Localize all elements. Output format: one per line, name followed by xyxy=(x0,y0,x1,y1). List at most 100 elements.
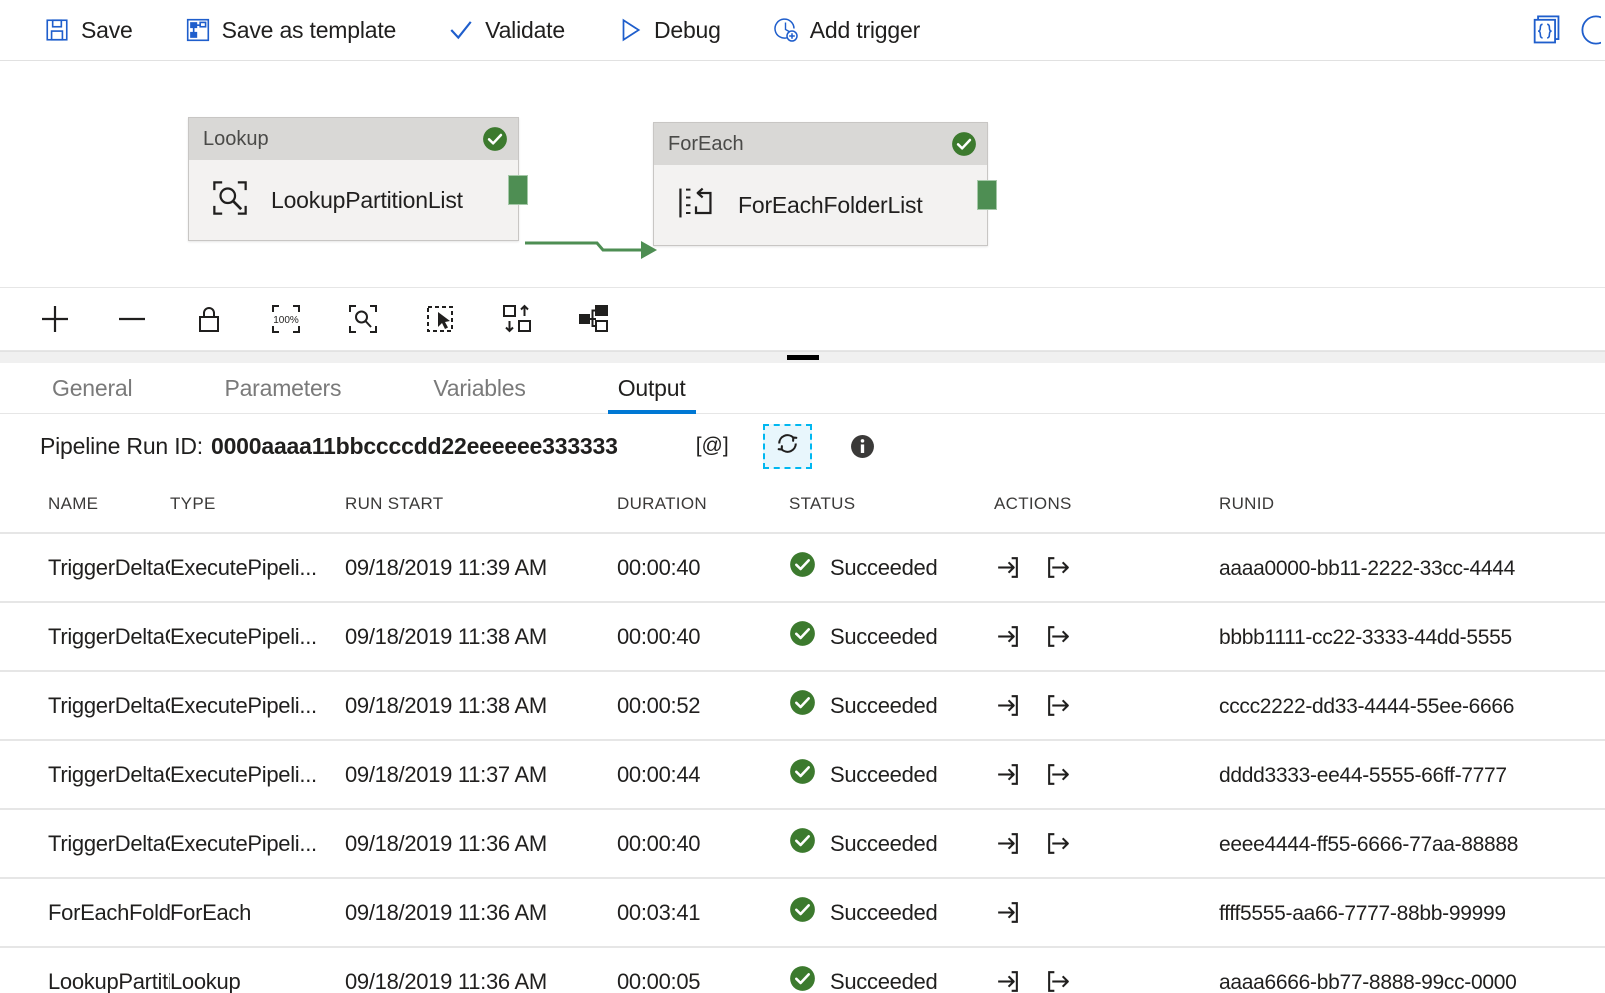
status-succeeded-icon xyxy=(789,827,816,860)
cell-name: TriggerDeltaC... xyxy=(0,809,170,878)
cell-run-start: 09/18/2019 11:36 AM xyxy=(345,809,617,878)
input-details-icon[interactable] xyxy=(994,692,1021,719)
partial-icon[interactable] xyxy=(1579,13,1601,47)
save-label: Save xyxy=(81,17,133,44)
zoom-out-icon[interactable] xyxy=(115,302,149,336)
node-type-label: ForEach xyxy=(668,133,744,156)
add-trigger-button[interactable]: Add trigger xyxy=(773,17,920,44)
cell-actions xyxy=(994,740,1219,809)
validate-label: Validate xyxy=(485,17,565,44)
code-json-icon[interactable] xyxy=(1529,13,1563,47)
panel-splitter[interactable] xyxy=(0,351,1605,363)
cell-run-start: 09/18/2019 11:37 AM xyxy=(345,740,617,809)
svg-text:100%: 100% xyxy=(273,315,299,326)
status-badge: Succeeded xyxy=(830,762,937,788)
cell-runid: eeee4444-ff55-6666-77aa-88888 xyxy=(1219,809,1605,878)
output-details-icon[interactable] xyxy=(1045,692,1072,719)
pipeline-run-id-value: 0000aaaa11bbccccdd22eeeeee333333 xyxy=(211,433,618,460)
lookup-magnifier-icon xyxy=(211,179,249,222)
output-details-icon[interactable] xyxy=(1045,623,1072,650)
status-badge: Succeeded xyxy=(830,900,937,926)
cell-duration: 00:00:52 xyxy=(617,671,789,740)
add-trigger-icon xyxy=(773,17,799,43)
status-badge: Succeeded xyxy=(830,831,937,857)
cell-duration: 00:00:44 xyxy=(617,740,789,809)
splitter-grip[interactable] xyxy=(787,355,819,360)
cell-status: Succeeded xyxy=(789,602,994,671)
node-output-handle[interactable] xyxy=(508,175,528,205)
zoom-100-icon[interactable]: 100% xyxy=(269,302,303,336)
at-expression-icon[interactable]: [@] xyxy=(696,434,729,458)
cell-actions xyxy=(994,947,1219,993)
tab-output[interactable]: Output xyxy=(614,375,690,413)
table-row[interactable]: TriggerDeltaC...ExecutePipeli...09/18/20… xyxy=(0,740,1605,809)
add-trigger-label: Add trigger xyxy=(810,17,920,44)
input-details-icon[interactable] xyxy=(994,830,1021,857)
canvas-node-lookup[interactable]: Lookup LookupPartitionList xyxy=(188,117,519,241)
table-row[interactable]: LookupPartiti...Lookup09/18/2019 11:36 A… xyxy=(0,947,1605,993)
status-succeeded-icon xyxy=(789,965,816,993)
cell-status: Succeeded xyxy=(789,740,994,809)
tab-variables[interactable]: Variables xyxy=(429,375,529,413)
output-details-icon[interactable] xyxy=(1045,554,1072,581)
table-row[interactable]: ForEachFolde...ForEach09/18/2019 11:36 A… xyxy=(0,878,1605,947)
column-header-name: NAME xyxy=(0,478,170,533)
cell-status: Succeeded xyxy=(789,878,994,947)
table-body: TriggerDeltaC...ExecutePipeli...09/18/20… xyxy=(0,533,1605,993)
toolbar-right-actions xyxy=(1529,0,1605,59)
input-details-icon[interactable] xyxy=(994,968,1021,993)
connector-lookup-to-foreach xyxy=(525,231,660,261)
table-row[interactable]: TriggerDeltaC...ExecutePipeli...09/18/20… xyxy=(0,809,1605,878)
table-header-row: NAME TYPE RUN START DURATION STATUS ACTI… xyxy=(0,478,1605,533)
pipeline-canvas[interactable]: Lookup LookupPartitionList xyxy=(0,61,1605,288)
node-output-handle[interactable] xyxy=(977,180,997,210)
lock-icon[interactable] xyxy=(192,302,226,336)
zoom-in-icon[interactable] xyxy=(38,302,72,336)
node-status-succeeded-icon xyxy=(482,126,508,152)
cell-runid: aaaa0000-bb11-2222-33cc-4444 xyxy=(1219,533,1605,602)
output-details-icon[interactable] xyxy=(1045,830,1072,857)
cell-name: TriggerDeltaC... xyxy=(0,602,170,671)
save-icon xyxy=(44,17,70,43)
auto-align-icon[interactable] xyxy=(500,302,534,336)
canvas-node-foreach[interactable]: ForEach ForEachFolderList xyxy=(653,122,988,246)
status-succeeded-icon xyxy=(789,620,816,653)
column-header-status: STATUS xyxy=(789,478,994,533)
pipeline-toolbar: Save Save as template Validate D xyxy=(0,0,1605,61)
tab-parameters[interactable]: Parameters xyxy=(220,375,345,413)
input-details-icon[interactable] xyxy=(994,623,1021,650)
canvas-tool-strip: 100% xyxy=(0,288,1605,351)
info-icon[interactable] xyxy=(850,434,875,459)
zoom-to-fit-icon[interactable] xyxy=(346,302,380,336)
tab-general[interactable]: General xyxy=(48,375,136,413)
detail-tabs: General Parameters Variables Output xyxy=(0,363,1605,414)
cell-type: ForEach xyxy=(170,878,345,947)
cell-type: ExecutePipeli... xyxy=(170,740,345,809)
refresh-button[interactable] xyxy=(763,424,812,469)
validate-button[interactable]: Validate xyxy=(448,17,565,44)
output-details-icon[interactable] xyxy=(1045,761,1072,788)
cell-actions xyxy=(994,533,1219,602)
cell-duration: 00:00:05 xyxy=(617,947,789,993)
table-row[interactable]: TriggerDeltaC...ExecutePipeli...09/18/20… xyxy=(0,671,1605,740)
layout-icon[interactable] xyxy=(577,302,611,336)
node-header: ForEach xyxy=(654,123,987,165)
save-button[interactable]: Save xyxy=(44,17,133,44)
column-header-run-start: RUN START xyxy=(345,478,617,533)
cell-duration: 00:03:41 xyxy=(617,878,789,947)
save-as-template-button[interactable]: Save as template xyxy=(185,17,397,44)
debug-button[interactable]: Debug xyxy=(617,17,721,44)
cell-run-start: 09/18/2019 11:36 AM xyxy=(345,878,617,947)
cell-type: ExecutePipeli... xyxy=(170,671,345,740)
input-details-icon[interactable] xyxy=(994,899,1021,926)
cell-actions xyxy=(994,809,1219,878)
table-row[interactable]: TriggerDeltaC...ExecutePipeli...09/18/20… xyxy=(0,533,1605,602)
cell-runid: bbbb1111-cc22-3333-44dd-5555 xyxy=(1219,602,1605,671)
table-row[interactable]: TriggerDeltaC...ExecutePipeli...09/18/20… xyxy=(0,602,1605,671)
output-details-icon[interactable] xyxy=(1045,968,1072,993)
cell-runid: ffff5555-aa66-7777-88bb-99999 xyxy=(1219,878,1605,947)
input-details-icon[interactable] xyxy=(994,554,1021,581)
select-pointer-icon[interactable] xyxy=(423,302,457,336)
cell-run-start: 09/18/2019 11:38 AM xyxy=(345,671,617,740)
input-details-icon[interactable] xyxy=(994,761,1021,788)
